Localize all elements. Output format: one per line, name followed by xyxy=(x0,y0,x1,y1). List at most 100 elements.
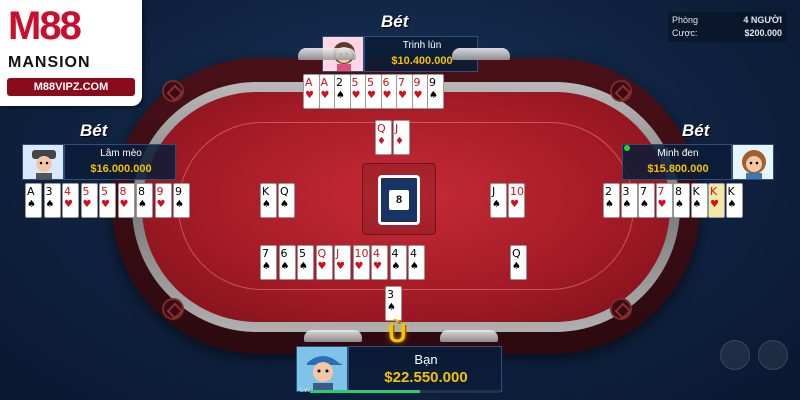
card-rank: A xyxy=(27,185,35,198)
boy-with-cap-avatar-icon xyxy=(307,356,343,391)
left-player-money: $16.000.000 xyxy=(90,163,152,175)
bet-value: $200.000 xyxy=(744,28,782,38)
menu-button[interactable] xyxy=(720,340,750,370)
bottom-right-crest-icon xyxy=(440,330,498,342)
playing-card: 9 ♠ xyxy=(173,183,190,218)
left-player-panel: Lâm mèo $16.000.000 xyxy=(64,144,176,180)
card-rank: 7 xyxy=(262,247,269,260)
card-suit-icon: ♥ xyxy=(710,199,719,210)
card-rank: Q xyxy=(317,247,327,260)
card-suit-icon: ♠ xyxy=(280,261,290,272)
card-suit-icon: ♠ xyxy=(429,90,438,101)
playing-card[interactable]: Q ♥ xyxy=(315,245,333,280)
card-rank: 3 xyxy=(622,185,630,198)
playing-card[interactable]: 10 ♥ xyxy=(352,245,370,280)
card-suit-icon: ♥ xyxy=(320,90,330,101)
card-suit-icon: ♥ xyxy=(354,261,364,272)
card-rank: J xyxy=(492,185,496,198)
deck-count: 8 xyxy=(389,190,409,210)
playing-card: 7 ♥ xyxy=(396,74,413,109)
card-rank: J xyxy=(336,247,340,260)
room-value: 4 NGƯỜI xyxy=(743,15,782,25)
chat-button[interactable] xyxy=(758,340,788,370)
left-player-avatar[interactable] xyxy=(22,144,64,180)
right-player-avatar[interactable] xyxy=(732,144,774,180)
card-suit-icon: ♠ xyxy=(727,199,737,210)
card-suit-icon: ♥ xyxy=(510,199,519,210)
playing-card: 6 ♥ xyxy=(380,74,398,109)
playing-card: A ♥ xyxy=(318,74,336,109)
card-rank: 8 xyxy=(675,185,682,198)
left-player-name: Lâm mèo xyxy=(100,148,142,159)
playing-card: 5 ♥ xyxy=(80,183,98,218)
playing-card[interactable]: 4 ♠ xyxy=(389,245,407,280)
right-player-name: Minh đen xyxy=(657,148,699,159)
playing-card[interactable]: 7 ♠ xyxy=(260,245,277,280)
level-label: Lv: xyxy=(300,387,310,394)
playing-card: 3 ♠ xyxy=(620,183,638,218)
playing-card: 10 ♥ xyxy=(508,183,525,218)
card-suit-icon: ♥ xyxy=(305,90,314,101)
card-suit-icon: ♥ xyxy=(413,90,423,101)
logo-m88: M88 xyxy=(8,4,82,48)
playing-card: 2 ♠ xyxy=(603,183,620,218)
card-suit-icon: ♠ xyxy=(410,261,419,272)
xp-bar xyxy=(310,390,500,393)
card-suit-icon: ♥ xyxy=(317,261,327,272)
card-suit-icon: ♥ xyxy=(373,261,382,272)
bet-label: Cược: xyxy=(672,28,698,38)
card-suit-icon: ♠ xyxy=(622,199,632,210)
room-info-panel: Phòng 4 NGƯỜI Cược: $200.000 xyxy=(668,12,786,42)
card-suit-icon: ♥ xyxy=(156,199,166,210)
playing-card: K ♥ xyxy=(708,183,725,218)
playing-card[interactable]: 5 ♠ xyxy=(297,245,314,280)
card-rank: K xyxy=(262,185,270,198)
playing-card: 8 ♥ xyxy=(117,183,135,218)
playing-card[interactable]: J ♥ xyxy=(334,245,351,280)
brand-logo: M88 MANSION M88VIPZ.COM xyxy=(0,0,142,106)
playing-card: 5 ♥ xyxy=(349,74,367,109)
card-rank: 8 xyxy=(138,185,145,198)
card-suit-icon: ♠ xyxy=(262,199,271,210)
right-player-panel: Minh đen $15.800.000 xyxy=(622,144,732,180)
card-rank: A xyxy=(320,76,329,89)
bottom-left-crest-icon xyxy=(304,330,362,342)
card-rank: 7 xyxy=(398,76,405,89)
logo-mansion-text: MANSION xyxy=(8,54,91,71)
playing-card: 7 ♥ xyxy=(655,183,673,218)
playing-card: 8 ♠ xyxy=(673,183,690,218)
turn-marker-icon: Ù xyxy=(388,318,407,348)
playing-card[interactable]: 3 ♠ xyxy=(385,286,402,321)
card-rank: 9 xyxy=(413,76,421,89)
card-rank: 5 xyxy=(101,185,108,198)
card-rank: 5 xyxy=(82,185,90,198)
draw-deck[interactable]: 8 xyxy=(378,175,420,225)
card-rank: 9 xyxy=(156,185,164,198)
xp-fill xyxy=(310,390,421,393)
room-label: Phòng xyxy=(672,15,699,25)
room-size-row: Phòng 4 NGƯỜI xyxy=(672,14,782,27)
card-rank: K xyxy=(710,185,718,198)
boy-avatar-icon xyxy=(32,150,56,179)
card-suit-icon: ♠ xyxy=(299,261,308,272)
card-suit-icon: ♠ xyxy=(45,199,55,210)
card-rank: A xyxy=(305,76,313,89)
logo-url: M88VIPZ.COM xyxy=(7,78,135,96)
playing-card[interactable]: 6 ♠ xyxy=(278,245,296,280)
playing-card[interactable]: Q ♠ xyxy=(510,245,527,280)
card-suit-icon: ♠ xyxy=(387,302,396,313)
card-rank: 3 xyxy=(45,185,53,198)
playing-card[interactable]: 4 ♠ xyxy=(408,245,425,280)
playing-card: Q ♠ xyxy=(278,183,295,218)
playing-card[interactable]: 4 ♥ xyxy=(371,245,388,280)
playing-card: 9 ♥ xyxy=(411,74,429,109)
card-suit-icon: ♠ xyxy=(492,199,501,210)
playing-card: 9 ♠ xyxy=(427,74,444,109)
card-rank: 4 xyxy=(64,185,71,198)
card-suit-icon: ♥ xyxy=(367,90,376,101)
playing-card: 9 ♥ xyxy=(154,183,172,218)
my-avatar[interactable] xyxy=(296,346,348,392)
card-rank: 7 xyxy=(657,185,665,198)
card-rank: Q xyxy=(280,185,289,198)
online-indicator-icon xyxy=(624,145,630,151)
